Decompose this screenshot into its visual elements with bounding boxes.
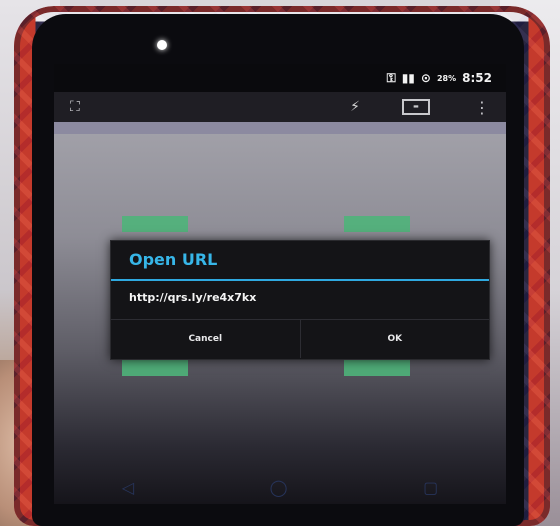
qr-finder-marker xyxy=(344,360,410,376)
qr-finder-marker xyxy=(122,360,188,376)
qr-finder-marker xyxy=(122,216,188,232)
dialog-url: http://qrs.ly/re4x7kx xyxy=(129,291,257,304)
camera-toolbar: ⛶ ⚡ ▬ ⋮ xyxy=(54,92,506,122)
battery-percent: 28% xyxy=(436,73,457,83)
dialog-button-bar: Cancel OK xyxy=(111,319,489,358)
open-url-dialog: Open URL http://qrs.ly/re4x7kx Cancel OK xyxy=(110,240,490,360)
key-icon: ⚿ xyxy=(386,70,396,85)
phone-body: ⚿ ▮▮ ⊙ 28% 8:52 ⛶ ⚡ ▬ ⋮ Open URL http://… xyxy=(32,14,524,526)
crop-frame-icon[interactable]: ⛶ xyxy=(70,99,80,115)
overflow-menu-icon[interactable]: ⋮ xyxy=(474,98,490,117)
clock: 8:52 xyxy=(462,71,492,85)
flash-icon[interactable]: ⚡ xyxy=(350,99,360,115)
dialog-title: Open URL xyxy=(129,250,218,269)
qr-finder-marker xyxy=(344,216,410,232)
navigation-bar: ◁ ◯ ▢ xyxy=(54,470,506,504)
front-camera-light xyxy=(157,40,167,50)
back-icon[interactable]: ◁ xyxy=(122,478,134,497)
phone-screen: ⚿ ▮▮ ⊙ 28% 8:52 ⛶ ⚡ ▬ ⋮ Open URL http://… xyxy=(54,64,506,504)
cancel-button[interactable]: Cancel xyxy=(111,320,300,358)
ok-button[interactable]: OK xyxy=(300,320,489,358)
status-bar: ⚿ ▮▮ ⊙ 28% 8:52 xyxy=(54,64,506,92)
alarm-icon: ⊙ xyxy=(420,71,431,85)
home-icon[interactable]: ◯ xyxy=(270,478,288,497)
hdr-icon[interactable]: ▬ xyxy=(402,99,430,115)
recent-apps-icon[interactable]: ▢ xyxy=(423,478,438,497)
signal-icon: ▮▮ xyxy=(401,71,415,85)
